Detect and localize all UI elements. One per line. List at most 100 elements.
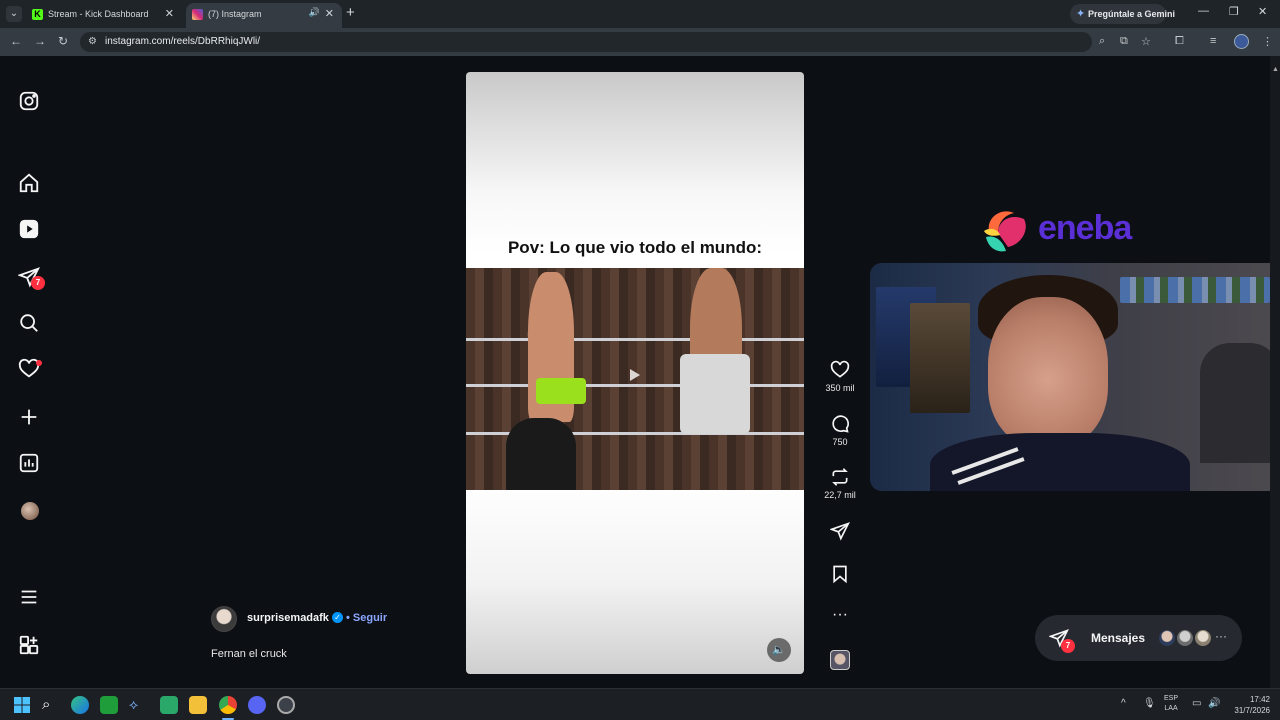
- windows-taskbar: ⌕ ⟡ ^ 🎙 ESP LAA ▭ 🔊 17:42 31/7/2026: [0, 688, 1280, 720]
- close-window-icon[interactable]: ✕: [1258, 5, 1267, 18]
- follow-button[interactable]: • Seguir: [346, 612, 387, 624]
- contact-avatar: [1175, 628, 1195, 648]
- obs-icon[interactable]: [277, 696, 295, 714]
- share-button[interactable]: [818, 521, 862, 541]
- more-options-icon[interactable]: ···: [818, 606, 862, 624]
- game-launcher-icon[interactable]: [160, 696, 178, 714]
- reel-video-frame[interactable]: [466, 268, 804, 490]
- eneba-logo-icon: [984, 211, 1026, 252]
- chrome-icon[interactable]: [219, 696, 237, 714]
- ring-rope: [466, 338, 804, 341]
- dashboard-icon[interactable]: [18, 452, 42, 476]
- back-icon[interactable]: ←: [10, 34, 22, 48]
- ring-rope: [466, 384, 804, 387]
- reel-caption-overlay: Pov: Lo que vio todo el mundo:: [507, 238, 763, 257]
- verified-badge-icon: ✓: [332, 612, 343, 623]
- gemini-spark-icon: ✦: [1076, 8, 1086, 20]
- edge-icon[interactable]: [71, 696, 89, 714]
- eneba-wordmark: eneba: [1038, 209, 1132, 247]
- scroll-up-icon[interactable]: ▲: [1272, 66, 1279, 74]
- close-tab-icon[interactable]: ✕: [325, 7, 334, 20]
- hidden-icons-chevron-icon[interactable]: ^: [1121, 698, 1126, 709]
- minimize-icon[interactable]: —: [1198, 5, 1209, 17]
- media-control-icon[interactable]: ≡: [1210, 35, 1216, 47]
- tab-instagram[interactable]: (7) Instagram 🔊 ✕: [186, 3, 342, 28]
- boxer-left-shorts: [536, 378, 586, 404]
- streamer-shirt: [930, 433, 1190, 491]
- streamer-webcam: [870, 263, 1280, 491]
- forward-icon[interactable]: →: [34, 34, 46, 48]
- restore-icon[interactable]: ❐: [1229, 5, 1239, 18]
- screen: ⌄ K Stream - Kick Dashboard ✕ (7) Instag…: [0, 0, 1280, 720]
- browser-toolbar: ← → ↻ ⚙ instagram.com/reels/DbRRhiqJWli/…: [0, 28, 1280, 56]
- tab-title: Stream - Kick Dashboard: [48, 9, 149, 19]
- also-from-meta-icon[interactable]: [18, 634, 42, 658]
- profile-avatar[interactable]: [1234, 34, 1249, 49]
- windows-start-icon[interactable]: [13, 696, 31, 714]
- comment-button[interactable]: 750: [818, 414, 862, 447]
- discord-icon[interactable]: [248, 696, 266, 714]
- page-scrollbar[interactable]: ▲: [1270, 56, 1280, 688]
- reel-description: Fernan el cruck: [211, 648, 287, 660]
- owner-username[interactable]: surprisemadafk: [247, 612, 329, 624]
- address-bar[interactable]: ⚙ instagram.com/reels/DbRRhiqJWli/: [80, 32, 1092, 52]
- more-icon: ···: [1215, 629, 1227, 643]
- extensions-icon[interactable]: ⧠: [1175, 35, 1184, 48]
- tab-search-button[interactable]: ⌄: [6, 6, 22, 22]
- boxer-right-shorts: [680, 354, 750, 434]
- comment-icon: [832, 415, 849, 433]
- menu-icon[interactable]: [18, 586, 42, 610]
- new-tab-button[interactable]: +: [346, 4, 355, 21]
- home-icon[interactable]: [18, 172, 42, 196]
- clock-date: 31/7/2026: [1234, 706, 1270, 715]
- input-language[interactable]: ESP LAA: [1164, 694, 1178, 714]
- more-menu-icon[interactable]: ⋮: [1262, 35, 1273, 48]
- notification-dot: [36, 360, 42, 366]
- file-explorer-icon[interactable]: [189, 696, 207, 714]
- xbox-icon[interactable]: [100, 696, 118, 714]
- reel-video[interactable]: Pov: Lo que vio todo el mundo: 🔈: [466, 72, 804, 674]
- instagram-favicon-icon: [192, 9, 203, 20]
- heart-icon: [830, 360, 850, 378]
- tab-audio-icon[interactable]: 🔊: [309, 7, 320, 18]
- messages-badge: 7: [1061, 639, 1075, 653]
- create-icon[interactable]: [18, 406, 42, 430]
- messages-label: Mensajes: [1091, 631, 1146, 645]
- gemini-button[interactable]: ✦ Pregúntale a Gemini: [1070, 4, 1175, 24]
- gemini-label: Pregúntale a Gemini: [1088, 9, 1176, 19]
- save-button[interactable]: [818, 564, 862, 584]
- like-button[interactable]: 350 mil: [818, 360, 862, 393]
- search-icon[interactable]: ⌕: [42, 696, 60, 714]
- reload-icon[interactable]: ↻: [58, 34, 68, 48]
- tab-title: (7) Instagram: [208, 9, 262, 19]
- instagram-logo-icon[interactable]: [18, 90, 42, 114]
- owner-avatar[interactable]: [211, 606, 237, 632]
- microphone-icon[interactable]: 🎙: [1143, 698, 1156, 709]
- volume-icon[interactable]: 🔊: [1208, 698, 1220, 709]
- mute-icon[interactable]: 🔈: [767, 638, 791, 662]
- install-app-icon[interactable]: ⧉: [1120, 35, 1128, 48]
- profile-avatar[interactable]: [21, 502, 39, 520]
- send-icon: [830, 522, 850, 541]
- messages-bar[interactable]: 7 Mensajes ···: [1035, 615, 1242, 661]
- app-icon[interactable]: ⟡: [129, 696, 147, 714]
- close-tab-icon[interactable]: ✕: [165, 7, 174, 20]
- eneba-sponsor-logo: eneba: [980, 205, 1160, 257]
- site-info-icon[interactable]: ⚙: [88, 36, 97, 47]
- bookmark-star-icon[interactable]: ☆: [1141, 35, 1151, 48]
- system-clock[interactable]: 17:42 31/7/2026: [1226, 694, 1270, 716]
- zoom-icon[interactable]: ⌕: [1099, 35, 1105, 48]
- contact-avatar: [1157, 628, 1177, 648]
- repost-button[interactable]: 22,7 mil: [818, 467, 862, 500]
- reels-icon[interactable]: [18, 218, 42, 242]
- wall-poster: [910, 303, 970, 413]
- bookmark-icon: [833, 565, 847, 584]
- tab-kick-dashboard[interactable]: K Stream - Kick Dashboard ✕: [26, 3, 182, 28]
- cameraman: [506, 418, 576, 490]
- kick-favicon-icon: K: [32, 9, 43, 20]
- network-icon[interactable]: ▭: [1192, 698, 1201, 709]
- repost-icon: [832, 468, 848, 486]
- audio-thumbnail[interactable]: [830, 650, 850, 670]
- search-icon[interactable]: [18, 312, 42, 336]
- like-count: 350 mil: [825, 383, 855, 393]
